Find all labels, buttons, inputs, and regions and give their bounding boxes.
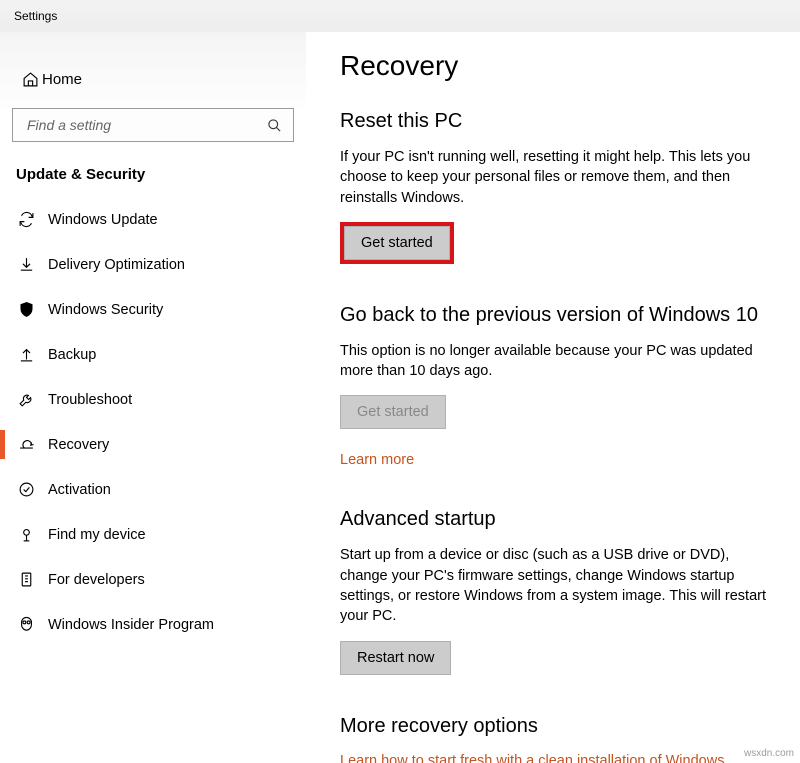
home-label: Home (42, 71, 82, 88)
developers-icon (18, 571, 48, 588)
app-root: Home Update & Security Windows Update (0, 32, 800, 763)
advanced-heading: Advanced startup (340, 508, 778, 531)
more-clean-install-link[interactable]: Learn how to start fresh with a clean in… (340, 753, 724, 763)
nav-recovery[interactable]: Recovery (0, 422, 306, 467)
nav-label: For developers (48, 572, 145, 588)
nav-backup[interactable]: Backup (0, 332, 306, 377)
nav-label: Windows Update (48, 212, 158, 228)
section-title: Update & Security (0, 160, 306, 197)
watermark: wsxdn.com (744, 748, 794, 759)
search-box[interactable] (12, 108, 294, 142)
highlight-box: Get started (340, 222, 454, 264)
restart-now-button[interactable]: Restart now (340, 641, 451, 675)
window-title: Settings (14, 9, 57, 23)
nav-label: Troubleshoot (48, 392, 132, 408)
nav-for-developers[interactable]: For developers (0, 557, 306, 602)
nav-label: Delivery Optimization (48, 257, 185, 273)
check-circle-icon (18, 481, 48, 498)
sidebar: Home Update & Security Windows Update (0, 32, 306, 763)
nav-find-my-device[interactable]: Find my device (0, 512, 306, 557)
nav-activation[interactable]: Activation (0, 467, 306, 512)
nav-label: Windows Insider Program (48, 617, 214, 633)
search-container (12, 108, 294, 142)
nav-windows-update[interactable]: Windows Update (0, 197, 306, 242)
wrench-icon (18, 391, 48, 408)
nav-label: Find my device (48, 527, 146, 543)
shield-icon (18, 301, 48, 318)
more-heading: More recovery options (340, 715, 778, 738)
nav-list: Windows Update Delivery Optimization Win… (0, 197, 306, 647)
nav-delivery-optimization[interactable]: Delivery Optimization (0, 242, 306, 287)
goback-learn-more-link[interactable]: Learn more (340, 452, 414, 468)
more-section: More recovery options Learn how to start… (340, 715, 778, 763)
search-icon (267, 118, 283, 133)
reset-get-started-button[interactable]: Get started (344, 226, 450, 260)
reset-section: Reset this PC If your PC isn't running w… (340, 110, 778, 264)
nav-windows-insider[interactable]: Windows Insider Program (0, 602, 306, 647)
main-content: Recovery Reset this PC If your PC isn't … (306, 32, 800, 763)
sync-icon (18, 211, 48, 228)
goback-heading: Go back to the previous version of Windo… (340, 304, 778, 327)
goback-body: This option is no longer available becau… (340, 341, 778, 382)
home-button[interactable]: Home (0, 60, 306, 98)
download-icon (18, 256, 48, 273)
backup-icon (18, 346, 48, 363)
page-title: Recovery (340, 50, 778, 82)
advanced-section: Advanced startup Start up from a device … (340, 508, 778, 674)
home-icon (18, 71, 42, 88)
nav-label: Backup (48, 347, 96, 363)
recovery-icon (18, 436, 48, 453)
nav-label: Activation (48, 482, 111, 498)
insider-icon (18, 616, 48, 633)
nav-troubleshoot[interactable]: Troubleshoot (0, 377, 306, 422)
location-icon (18, 526, 48, 543)
advanced-body: Start up from a device or disc (such as … (340, 545, 778, 626)
nav-label: Recovery (48, 437, 109, 453)
nav-label: Windows Security (48, 302, 163, 318)
window-titlebar: Settings (0, 0, 800, 32)
goback-get-started-button: Get started (340, 395, 446, 429)
goback-section: Go back to the previous version of Windo… (340, 304, 778, 469)
reset-heading: Reset this PC (340, 110, 778, 133)
search-input[interactable] (25, 116, 267, 134)
nav-windows-security[interactable]: Windows Security (0, 287, 306, 332)
reset-body: If your PC isn't running well, resetting… (340, 147, 778, 208)
